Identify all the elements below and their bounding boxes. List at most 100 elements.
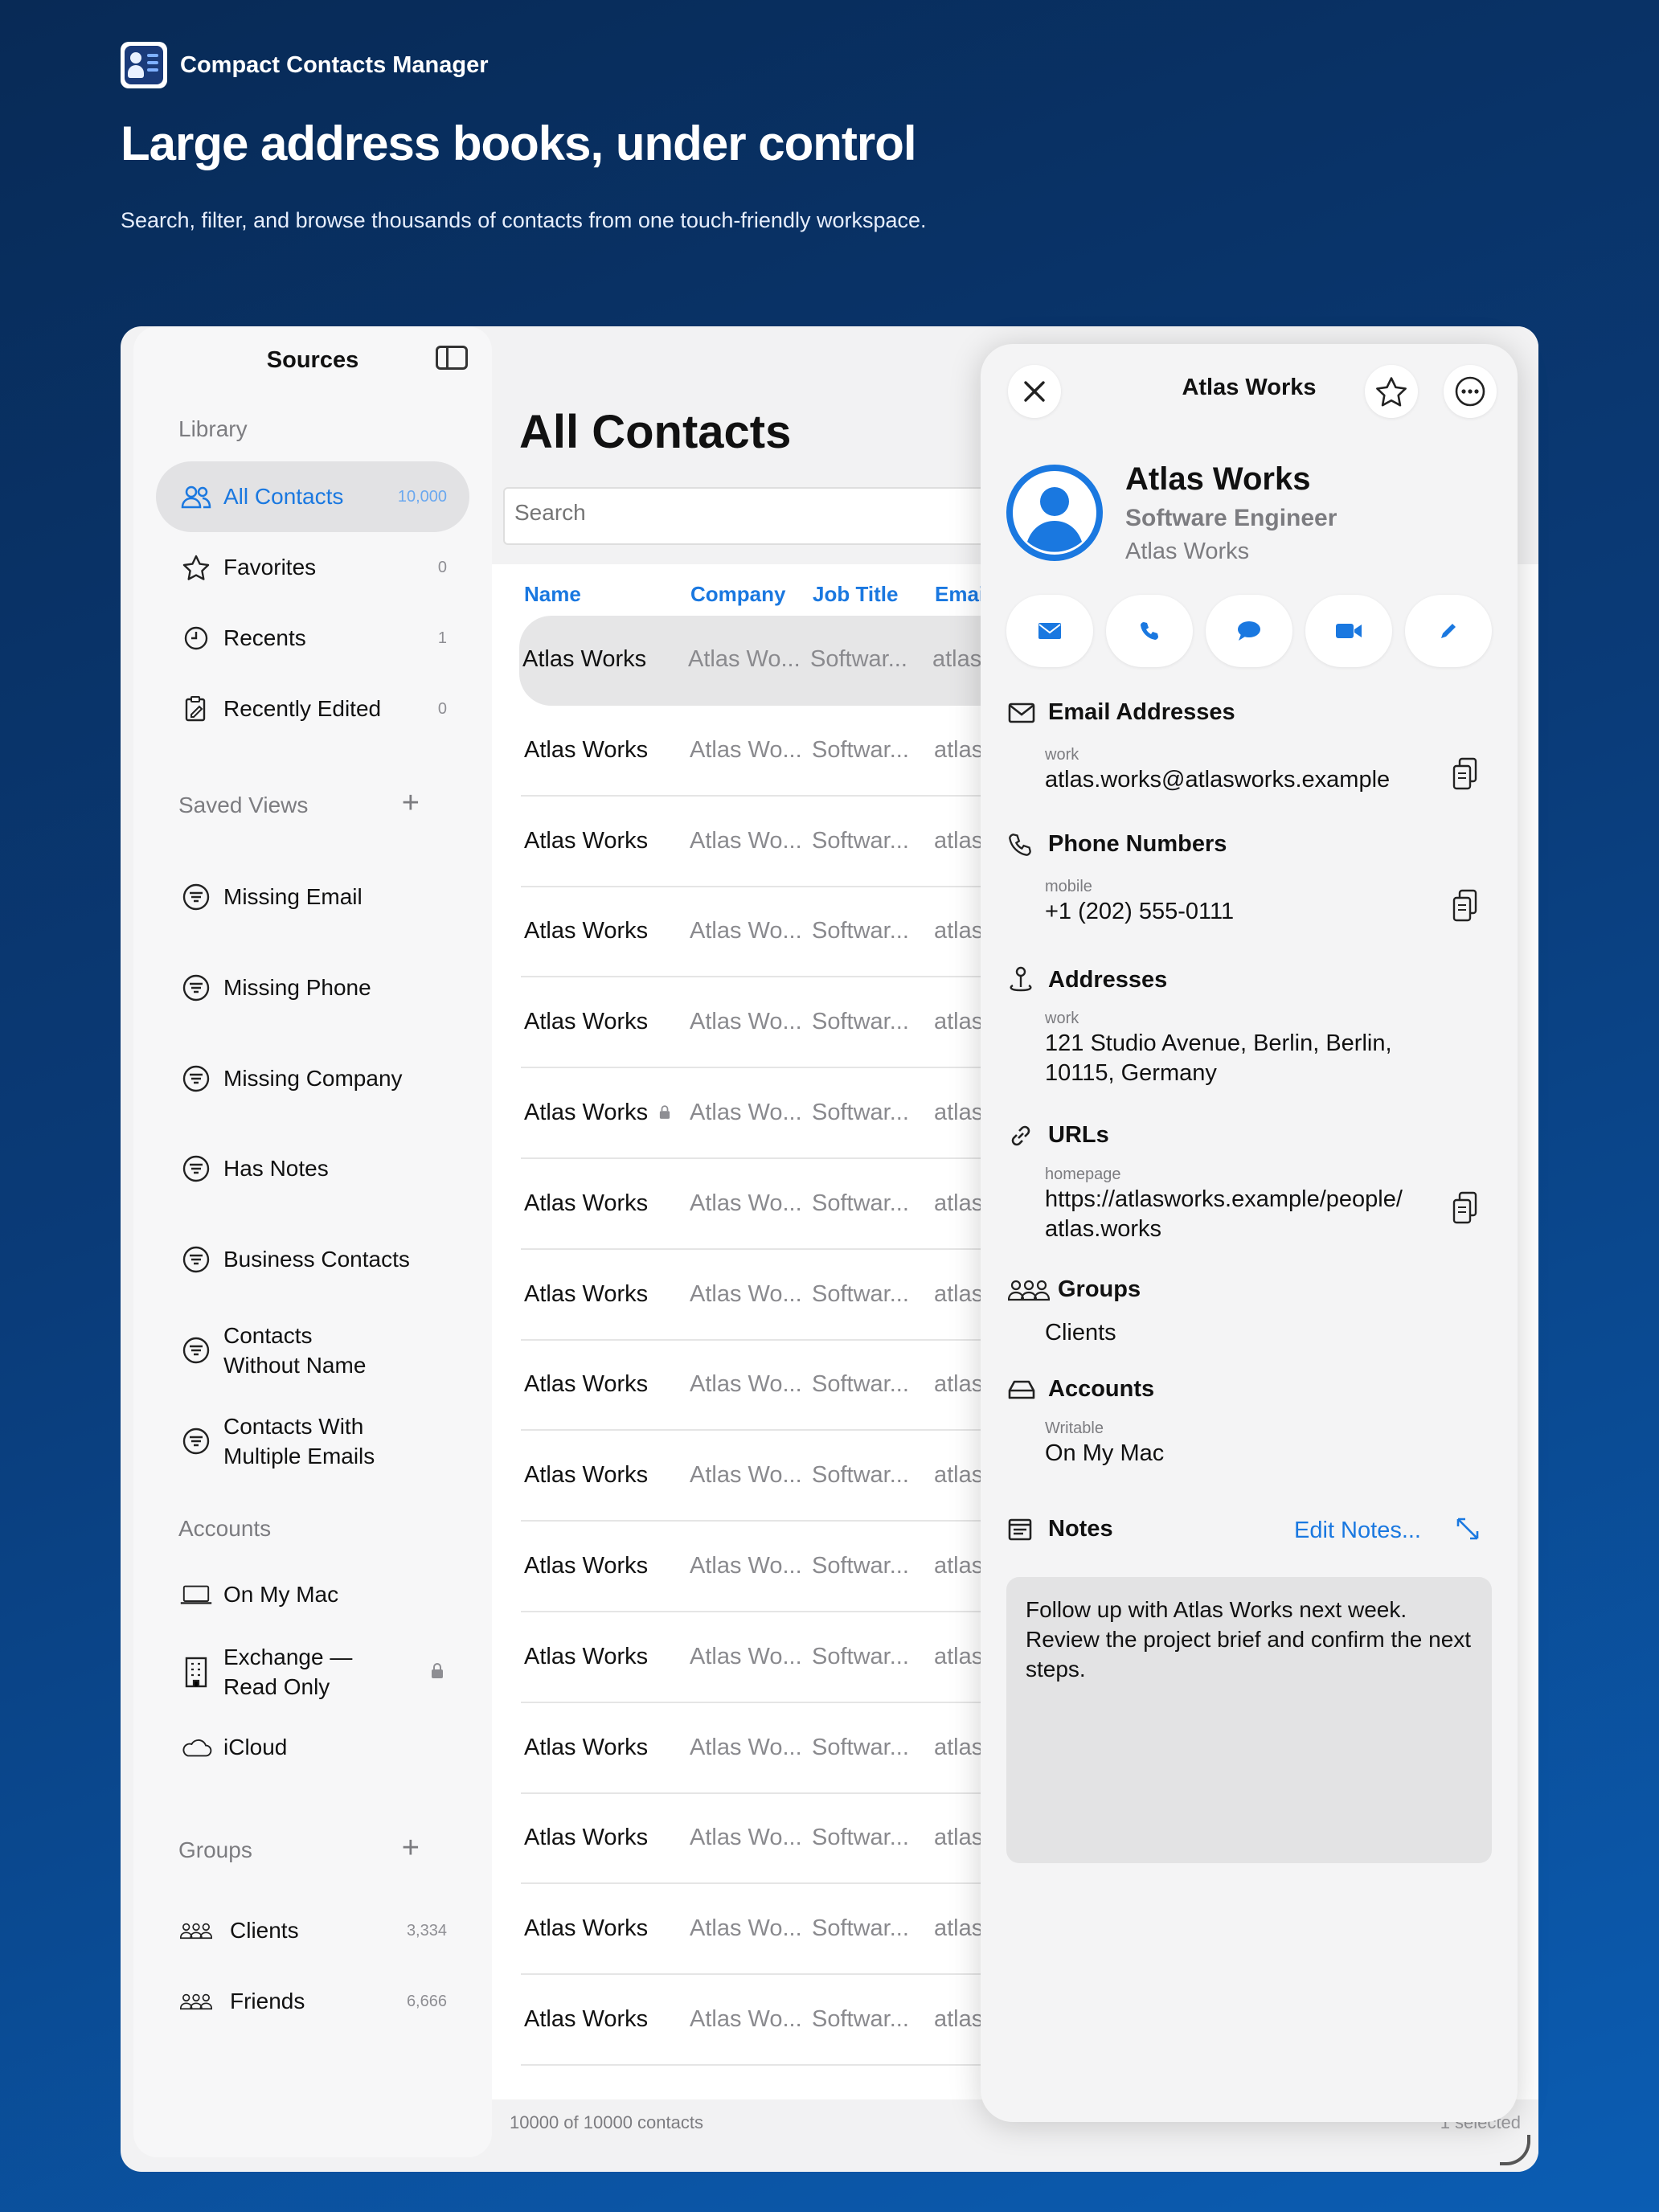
account-on-my-mac[interactable]: On My Mac: [156, 1559, 469, 1630]
tray-icon: [1008, 1379, 1040, 1400]
email-value[interactable]: atlas.works@atlasworks.example: [1045, 765, 1423, 795]
saved-view-contacts-without-name[interactable]: Contacts Without Name: [156, 1315, 469, 1386]
expand-icon[interactable]: [1455, 1516, 1481, 1546]
sidebar-item-label: Contacts Without Name: [223, 1323, 367, 1378]
job-title-cell: Softwar...: [812, 1734, 909, 1760]
contact-name-cell: Atlas Works: [524, 1462, 649, 1489]
edit-action-button[interactable]: [1405, 595, 1492, 667]
notes-section-header: Notes: [1008, 1516, 1113, 1542]
sidebar-item-label: All Contacts: [223, 484, 344, 509]
saved-view-missing-company[interactable]: Missing Company: [156, 1043, 469, 1114]
count-badge: 0: [437, 699, 447, 718]
column-header-email[interactable]: Emai: [935, 582, 985, 607]
contact-name-cell: Atlas Works: [524, 1280, 649, 1307]
sidebar-item-label: Missing Company: [223, 1066, 403, 1091]
saved-view-has-notes[interactable]: Has Notes: [156, 1133, 469, 1204]
section-title: Notes: [1048, 1516, 1113, 1542]
detail-title: Atlas Works: [1182, 375, 1317, 400]
account-exchange-read-only[interactable]: Exchange — Read Only: [156, 1636, 469, 1707]
account-icloud[interactable]: iCloud: [156, 1712, 469, 1783]
count-badge: 10,000: [397, 487, 447, 506]
job-title-cell: Softwar...: [812, 1371, 909, 1398]
contact-company: Atlas Works: [1125, 539, 1250, 564]
lock-icon: [659, 1105, 670, 1124]
copy-icon[interactable]: [1452, 889, 1482, 924]
notes-text[interactable]: Follow up with Atlas Works next week. Re…: [1006, 1577, 1492, 1863]
avatar: [1006, 465, 1103, 561]
contact-name-cell: Atlas Works: [524, 736, 649, 763]
phone-value[interactable]: +1 (202) 555-0111: [1045, 897, 1423, 927]
copy-icon[interactable]: [1452, 757, 1482, 793]
sidebar-item-recents[interactable]: Recents 1: [156, 603, 469, 674]
group-friends[interactable]: Friends 6,666: [156, 1966, 469, 2037]
clipboard-edit-icon: [180, 693, 212, 725]
video-action-button[interactable]: [1305, 595, 1392, 667]
filter-icon: [180, 881, 212, 913]
sidebar-item-label: Clients: [230, 1918, 299, 1943]
pencil-icon: [1441, 624, 1456, 638]
url-value[interactable]: https://atlasworks.example/people/ atlas…: [1045, 1185, 1415, 1244]
email-action-button[interactable]: [1006, 595, 1093, 667]
accounts-label: Writable: [1045, 1419, 1104, 1437]
job-title-cell: Softwar...: [812, 1280, 909, 1307]
job-title-cell: Softwar...: [812, 1553, 909, 1579]
accounts-value: On My Mac: [1045, 1440, 1165, 1466]
company-cell: Atlas Wo...: [690, 1825, 802, 1851]
sidebar-toggle-icon[interactable]: [436, 346, 468, 370]
column-header-name[interactable]: Name: [524, 582, 581, 607]
column-header-company[interactable]: Company: [690, 582, 785, 607]
sidebar-item-all-contacts[interactable]: All Contacts 10,000: [156, 461, 469, 532]
window-resize-handle[interactable]: [1500, 2135, 1530, 2165]
envelope-icon: [1038, 623, 1061, 639]
sidebar-item-recently-edited[interactable]: Recently Edited 0: [156, 674, 469, 744]
group-people-icon: [1008, 1278, 1050, 1302]
phone-icon: [1141, 622, 1158, 640]
add-saved-view-button[interactable]: +: [402, 786, 420, 821]
saved-view-multiple-emails[interactable]: Contacts With Multiple Emails: [156, 1406, 469, 1477]
company-cell: Atlas Wo...: [690, 2006, 802, 2032]
call-action-button[interactable]: [1106, 595, 1193, 667]
email-label: work: [1045, 746, 1079, 764]
headline: Large address books, under control: [121, 117, 917, 170]
copy-icon[interactable]: [1452, 1191, 1482, 1227]
column-header-job-title[interactable]: Job Title: [813, 582, 898, 607]
accounts-section-label: Accounts: [178, 1516, 272, 1541]
library-section-label: Library: [178, 416, 248, 441]
sidebar-item-favorites[interactable]: Favorites 0: [156, 532, 469, 603]
edit-notes-link[interactable]: Edit Notes...: [1294, 1518, 1421, 1544]
saved-view-missing-email[interactable]: Missing Email: [156, 862, 469, 932]
contact-name-cell: Atlas Works: [524, 1915, 649, 1942]
job-title-cell: Softwar...: [812, 1643, 909, 1669]
footer-count: 10000 of 10000 contacts: [510, 2112, 703, 2132]
brand: Compact Contacts Manager: [121, 42, 927, 88]
phone-section-header: Phone Numbers: [1008, 831, 1227, 858]
app-name: Compact Contacts Manager: [180, 51, 489, 78]
add-group-button[interactable]: +: [402, 1831, 420, 1866]
favorite-button[interactable]: [1365, 365, 1418, 418]
company-cell: Atlas Wo...: [690, 1915, 802, 1942]
groups-value[interactable]: Clients: [1045, 1318, 1423, 1348]
group-clients[interactable]: Clients 3,334: [156, 1895, 469, 1966]
message-icon: [1238, 621, 1260, 641]
count-badge: 0: [437, 558, 447, 576]
filter-icon: [180, 1425, 212, 1457]
sidebar-item-label: Favorites: [223, 555, 317, 580]
sidebar-item-label: Exchange — Read Only: [223, 1645, 353, 1699]
company-cell: Atlas Wo...: [690, 1643, 802, 1669]
address-value[interactable]: 121 Studio Avenue, Berlin, Berlin, 10115…: [1045, 1029, 1415, 1088]
video-icon: [1336, 624, 1362, 638]
sidebar-item-label: Recents: [223, 625, 306, 650]
star-icon: [1376, 377, 1407, 407]
job-title-cell: Softwar...: [812, 918, 909, 944]
saved-view-missing-phone[interactable]: Missing Phone: [156, 952, 469, 1023]
contact-name: Atlas Works: [1125, 461, 1311, 497]
company-cell: Atlas Wo...: [690, 1734, 802, 1760]
more-button[interactable]: [1444, 365, 1497, 418]
saved-views-section-label: Saved Views: [178, 793, 309, 817]
message-action-button[interactable]: [1206, 595, 1292, 667]
company-cell: Atlas Wo...: [690, 1462, 802, 1489]
section-title: Groups: [1058, 1276, 1141, 1302]
address-label: work: [1045, 1010, 1079, 1027]
clock-icon: [180, 622, 212, 654]
saved-view-business-contacts[interactable]: Business Contacts: [156, 1224, 469, 1295]
